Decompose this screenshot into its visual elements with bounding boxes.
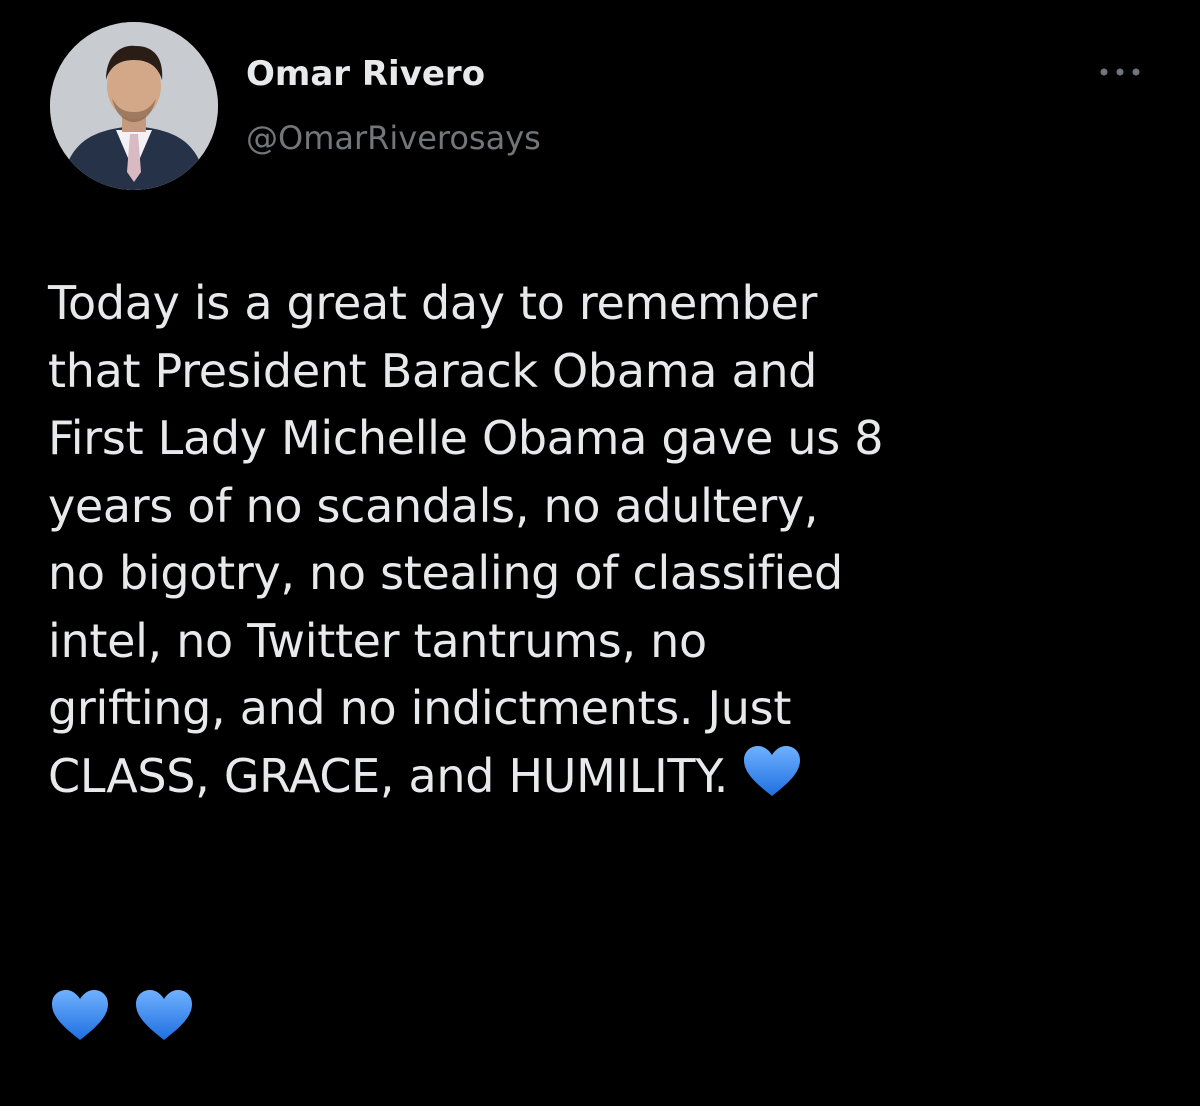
tweet-line: no bigotry, no stealing of classified (48, 546, 843, 600)
tweet-line: Today is a great day to remember (48, 276, 818, 330)
tweet-card: Omar Rivero @OmarRiverosays Today is a g… (0, 0, 1200, 1106)
blue-heart-icon (50, 988, 110, 1044)
blue-heart-icon (134, 988, 194, 1044)
author-name[interactable]: Omar Rivero (246, 52, 485, 96)
tweet-text: Today is a great day to remember that Pr… (48, 270, 1178, 810)
tweet-line: grifting, and no indictments. Just (48, 681, 792, 735)
tweet-line: intel, no Twitter tantrums, no (48, 613, 707, 668)
more-horizontal-icon (1100, 68, 1140, 76)
tweet-line: First Lady Michelle Obama gave us 8 (48, 411, 884, 465)
avatar[interactable] (50, 22, 218, 190)
avatar-photo (50, 22, 218, 190)
author-handle[interactable]: @OmarRiverosays (246, 116, 541, 160)
blue-heart-icon (742, 744, 802, 800)
tweet-line: years of no scandals, no adultery, (48, 478, 819, 533)
tweet-line: that President Barack Obama and (48, 343, 818, 398)
emoji-row (50, 988, 194, 1044)
tweet-line: CLASS, GRACE, and HUMILITY. (48, 748, 729, 803)
more-options-button[interactable] (1094, 60, 1146, 84)
